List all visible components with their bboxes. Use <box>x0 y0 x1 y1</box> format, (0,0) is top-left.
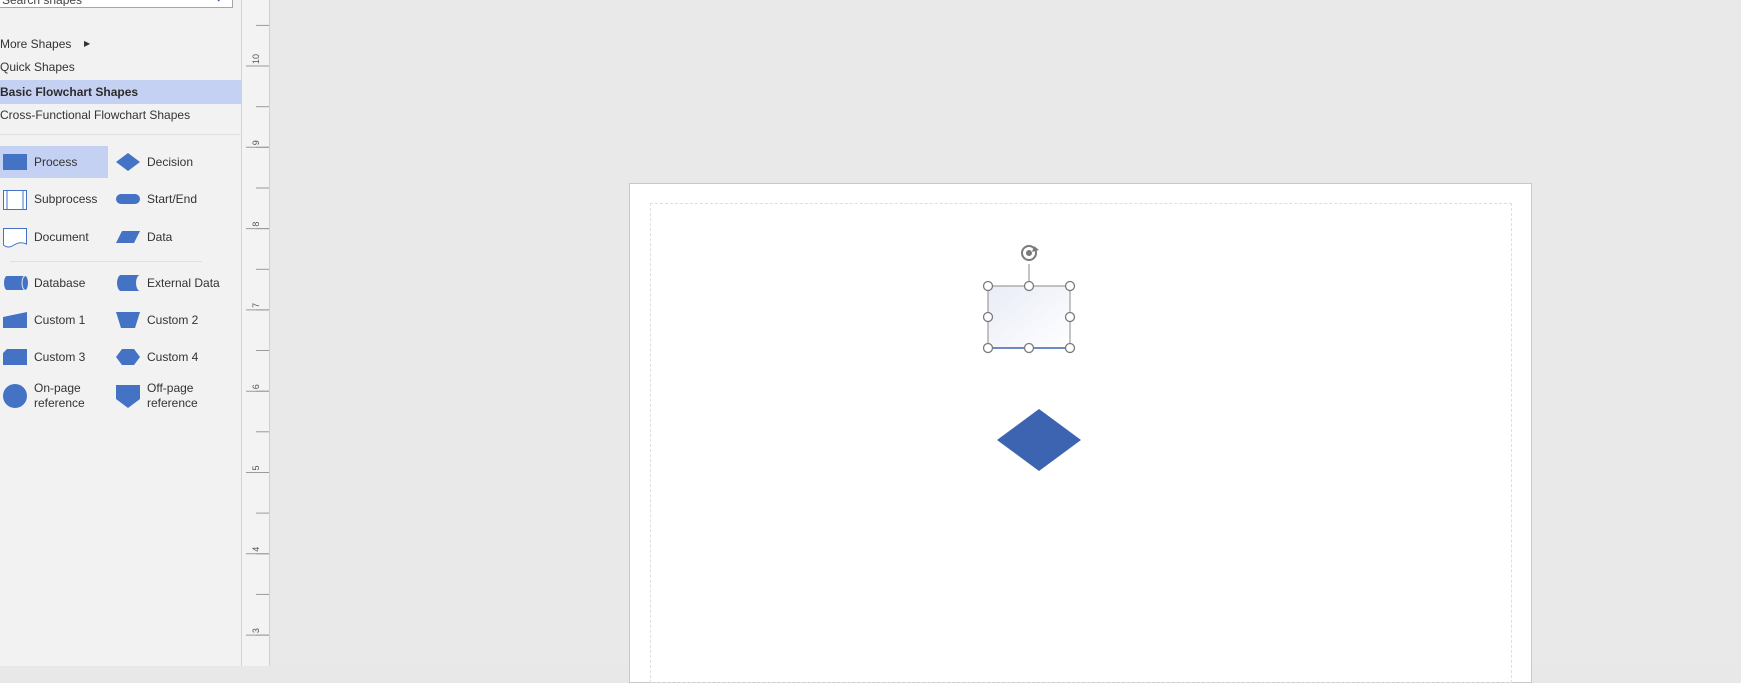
shape-label: Subprocess <box>34 191 98 206</box>
ruler-label: 4 <box>251 547 261 552</box>
caret-right-icon: ▶ <box>84 39 91 48</box>
shape-label: Document <box>34 229 89 244</box>
pane-divider <box>0 134 242 135</box>
more-shapes-label: More Shapes <box>0 37 72 51</box>
search-shapes-box[interactable] <box>0 0 233 8</box>
vertical-ruler[interactable]: 10 9 8 7 6 5 4 3 <box>242 0 270 666</box>
external-data-icon <box>115 273 141 296</box>
ruler-label: 6 <box>251 384 261 389</box>
shape-decision[interactable]: Decision <box>113 146 221 178</box>
resize-handle-top-right[interactable] <box>1064 280 1076 292</box>
on-page-reference-icon <box>2 383 28 412</box>
stencil-quick-shapes[interactable]: Quick Shapes <box>0 56 242 78</box>
ruler-label: 7 <box>251 303 261 308</box>
shape-on-page-reference[interactable]: On-page reference <box>0 379 108 413</box>
shape-label: Process <box>34 154 78 169</box>
shape-document[interactable]: Document <box>0 221 108 253</box>
process-icon <box>2 152 28 175</box>
shape-custom-3[interactable]: Custom 3 <box>0 341 108 373</box>
shape-custom-1[interactable]: Custom 1 <box>0 304 108 336</box>
resize-handle-bottom-left[interactable] <box>982 342 994 354</box>
shape-start-end[interactable]: Start/End <box>113 183 221 215</box>
custom-3-icon <box>2 347 28 370</box>
shape-label: Data <box>147 229 173 244</box>
shapes-pane: More Shapes ▶ Quick Shapes Basic Flowcha… <box>0 0 242 666</box>
ruler-label: 9 <box>251 140 261 145</box>
shape-layer <box>982 245 1081 471</box>
basic-flowchart-label: Basic Flowchart Shapes <box>0 85 139 99</box>
rotate-handle-icon[interactable] <box>1021 245 1039 261</box>
shape-group-divider <box>10 261 202 262</box>
search-icon[interactable] <box>215 0 229 6</box>
start-end-icon <box>115 189 141 212</box>
resize-handle-bottom-right[interactable] <box>1064 342 1076 354</box>
more-shapes-menu[interactable]: More Shapes ▶ <box>0 33 242 55</box>
selected-process-shape[interactable] <box>987 285 1071 349</box>
decision-icon <box>115 152 141 175</box>
decision-shape[interactable] <box>997 409 1081 471</box>
document-icon <box>2 227 28 252</box>
subprocess-icon <box>2 189 28 214</box>
resize-handle-top-left[interactable] <box>982 280 994 292</box>
cross-functional-label: Cross-Functional Flowchart Shapes <box>0 108 191 122</box>
shape-off-page-reference[interactable]: Off-page reference <box>113 379 221 413</box>
shape-custom-2[interactable]: Custom 2 <box>113 304 221 336</box>
shape-label: Custom 4 <box>147 349 199 364</box>
ruler-label: 8 <box>251 222 261 227</box>
custom-4-icon <box>115 347 141 370</box>
resize-handle-right[interactable] <box>1064 311 1076 323</box>
shape-custom-4[interactable]: Custom 4 <box>113 341 221 373</box>
resize-handle-bottom[interactable] <box>1023 342 1035 354</box>
shape-label: Custom 2 <box>147 312 199 327</box>
ruler-label: 10 <box>251 54 261 64</box>
shape-label: Database <box>34 275 86 290</box>
data-icon <box>115 227 141 250</box>
ruler-label: 5 <box>251 465 261 470</box>
ruler-label: 3 <box>251 628 261 633</box>
shape-label: On-page reference <box>34 381 85 410</box>
custom-1-icon <box>2 310 28 333</box>
stencil-basic-flowchart-shapes[interactable]: Basic Flowchart Shapes <box>0 80 242 104</box>
off-page-reference-icon <box>115 383 141 412</box>
drawing-canvas[interactable] <box>270 0 1741 683</box>
shape-label: Start/End <box>147 191 198 206</box>
database-icon <box>2 273 28 296</box>
quick-shapes-label: Quick Shapes <box>0 60 75 74</box>
shape-database[interactable]: Database <box>0 267 108 299</box>
shape-label: Custom 1 <box>34 312 86 327</box>
shape-external-data[interactable]: External Data <box>113 267 221 299</box>
ruler-ticks: 10 9 8 7 6 5 4 3 <box>246 24 269 636</box>
stencil-cross-functional-shapes[interactable]: Cross-Functional Flowchart Shapes <box>0 104 242 126</box>
custom-2-icon <box>115 310 141 333</box>
shape-label: Custom 3 <box>34 349 86 364</box>
resize-handle-left[interactable] <box>982 311 994 323</box>
shape-subprocess[interactable]: Subprocess <box>0 183 108 215</box>
shape-data[interactable]: Data <box>113 221 221 253</box>
shape-label: Off-page reference <box>147 381 198 410</box>
search-input[interactable] <box>2 0 202 6</box>
resize-handle-top[interactable] <box>1023 280 1035 292</box>
shape-label: Decision <box>147 154 194 169</box>
shape-process[interactable]: Process <box>0 146 108 178</box>
shape-label: External Data <box>147 275 220 290</box>
